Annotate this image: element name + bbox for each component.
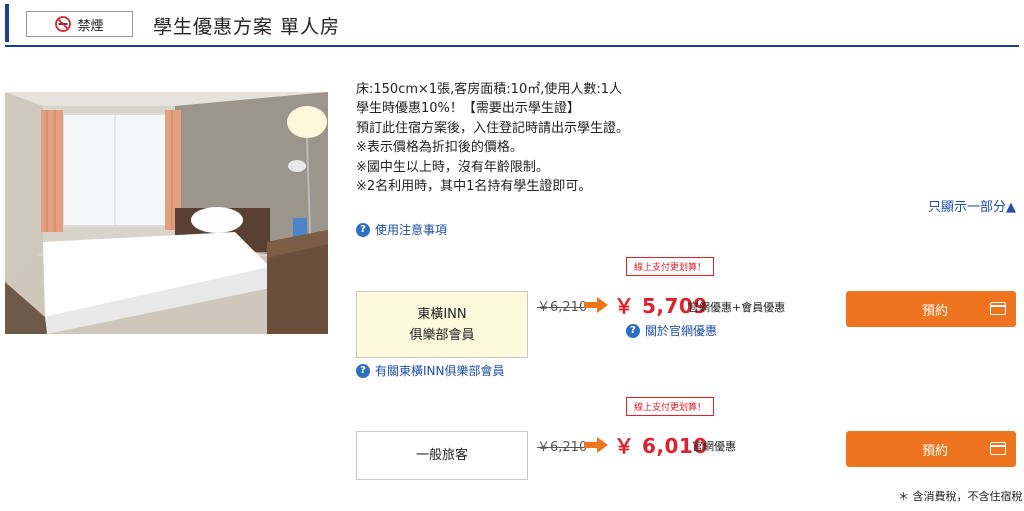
usage-notes-label: 使用注意事項 <box>375 223 448 237</box>
online-payment-tag: 線上支付更划算！ <box>626 397 714 416</box>
description-line: 預訂此住宿方案後，入住登記時請出示學生證。 <box>356 120 630 136</box>
reserve-button[interactable]: 預約 <box>846 431 1016 467</box>
page-title: 學生優惠方案 單人房 <box>153 16 341 38</box>
show-part-toggle[interactable]: 只顯示一部分▲ <box>928 196 1016 215</box>
member-type-line2: 俱樂部會員 <box>409 327 475 343</box>
original-price: ￥6,210 <box>537 300 588 315</box>
new-window-icon <box>990 302 1006 315</box>
member-info-label: 有關東橫INN俱樂部會員 <box>375 364 505 378</box>
reserve-button[interactable]: 預約 <box>846 291 1016 327</box>
no-smoking-label: 禁煙 <box>77 18 104 34</box>
official-discount-label: 關於官網優惠 <box>645 324 718 338</box>
reserve-button-label: 預約 <box>921 443 948 459</box>
usage-notes-link[interactable]: ? 使用注意事項 <box>356 221 447 238</box>
original-price: ￥6,210 <box>537 440 588 455</box>
arrow-right-icon <box>584 437 608 453</box>
price-discount-note: 官網優惠 <box>692 440 736 453</box>
member-type-line1: 一般旅客 <box>415 448 468 463</box>
price-discount-note: 官網優惠+會員優惠 <box>688 301 786 314</box>
description-line: ※表示價格為折扣後的價格。 <box>356 140 523 156</box>
member-info-link[interactable]: ? 有關東橫INN俱樂部會員 <box>356 362 505 379</box>
question-icon: ? <box>356 363 370 378</box>
description-line: ※國中生以上時，沒有年齡限制。 <box>356 159 549 175</box>
description-line: ※2名利用時，其中1名持有學生證即可。 <box>356 179 592 195</box>
member-type-box: 東橫INN 俱樂部會員 <box>356 291 528 358</box>
description-line: 學生時優惠10%！【需要出示學生證】 <box>356 101 580 117</box>
online-payment-tag: 線上支付更划算！ <box>626 257 714 276</box>
room-photo <box>5 92 328 334</box>
plan-header: 禁煙 學生優惠方案 單人房 <box>0 0 1024 48</box>
no-smoking-icon <box>55 16 72 32</box>
header-accent-bar <box>5 4 9 42</box>
reserve-button-label: 預約 <box>921 303 948 319</box>
room-photo-image <box>5 92 328 334</box>
question-icon: ? <box>356 222 370 237</box>
question-icon: ? <box>626 323 640 338</box>
new-window-icon <box>990 442 1006 455</box>
official-discount-link[interactable]: ? 關於官網優惠 <box>626 322 717 339</box>
no-smoking-badge: 禁煙 <box>26 11 133 37</box>
tax-note: ＊ 含消費稅，不含住宿稅 <box>898 490 1023 503</box>
description-line: 床:150cm×1張,客房面積:10㎡,使用人數:1人 <box>356 82 623 97</box>
arrow-right-icon <box>584 297 608 313</box>
member-type-line1: 東橫INN <box>417 306 467 322</box>
member-type-box: 一般旅客 <box>356 431 528 480</box>
header-divider <box>5 45 1019 47</box>
room-description: 床:150cm×1張,客房面積:10㎡,使用人數:1人 學生時優惠10%！【需要… <box>356 80 1016 196</box>
